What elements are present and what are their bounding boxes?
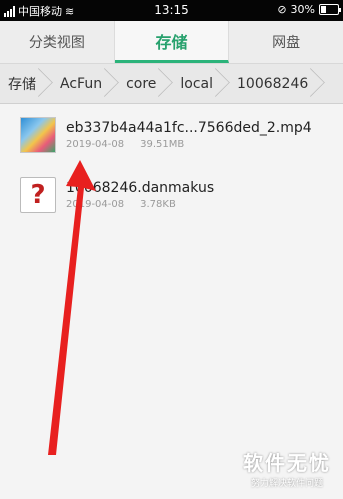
list-item[interactable]: eb337b4a44a1fc...7566ded_2.mp4 2019-04-0… — [0, 105, 343, 165]
breadcrumb: 存储 AcFun core local 10068246 — [0, 64, 343, 104]
battery-percent: 30% — [290, 3, 315, 16]
breadcrumb-item-acfun[interactable]: AcFun — [50, 64, 116, 103]
watermark: 软件无忧 努力解决软件问题 — [243, 447, 331, 489]
file-meta: 2019-04-08 39.51MB — [66, 139, 312, 150]
watermark-subtitle: 努力解决软件问题 — [250, 479, 323, 489]
file-date: 2019-04-08 — [66, 199, 125, 210]
unknown-file-icon: ? — [20, 177, 56, 213]
file-name: eb337b4a44a1fc...7566ded_2.mp4 — [66, 120, 312, 136]
battery-icon — [319, 4, 341, 15]
file-date: 2019-04-08 — [66, 139, 125, 150]
breadcrumb-item-storage[interactable]: 存储 — [0, 64, 50, 103]
file-size: 39.51MB — [140, 139, 185, 150]
breadcrumb-item-local[interactable]: local — [170, 64, 227, 103]
breadcrumb-item-folder[interactable]: 10068246 — [227, 64, 322, 103]
file-name: 10068246.danmakus — [66, 180, 215, 196]
tab-storage[interactable]: 存储 — [114, 21, 230, 63]
mute-icon: ⊘ — [277, 3, 287, 16]
file-meta: 2019-04-08 3.78KB — [66, 199, 214, 210]
breadcrumb-item-core[interactable]: core — [116, 64, 170, 103]
file-size: 3.78KB — [140, 199, 176, 210]
tab-cloud-drive[interactable]: 网盘 — [229, 21, 343, 63]
file-info: eb337b4a44a1fc...7566ded_2.mp4 2019-04-0… — [66, 120, 312, 150]
file-info: 10068246.danmakus 2019-04-08 3.78KB — [66, 180, 214, 210]
watermark-title: 软件无忧 — [243, 451, 331, 475]
status-right: ⊘ 30% — [277, 3, 341, 16]
file-list: eb337b4a44a1fc...7566ded_2.mp4 2019-04-0… — [0, 105, 343, 225]
tab-category-view[interactable]: 分类视图 — [0, 21, 115, 63]
status-bar: 中国移动 ≋ 13:15 ⊘ 30% — [0, 0, 343, 21]
tab-bar: 分类视图 存储 网盘 — [0, 21, 343, 64]
list-item[interactable]: ? 10068246.danmakus 2019-04-08 3.78KB — [0, 165, 343, 225]
video-thumbnail-icon — [20, 117, 56, 153]
